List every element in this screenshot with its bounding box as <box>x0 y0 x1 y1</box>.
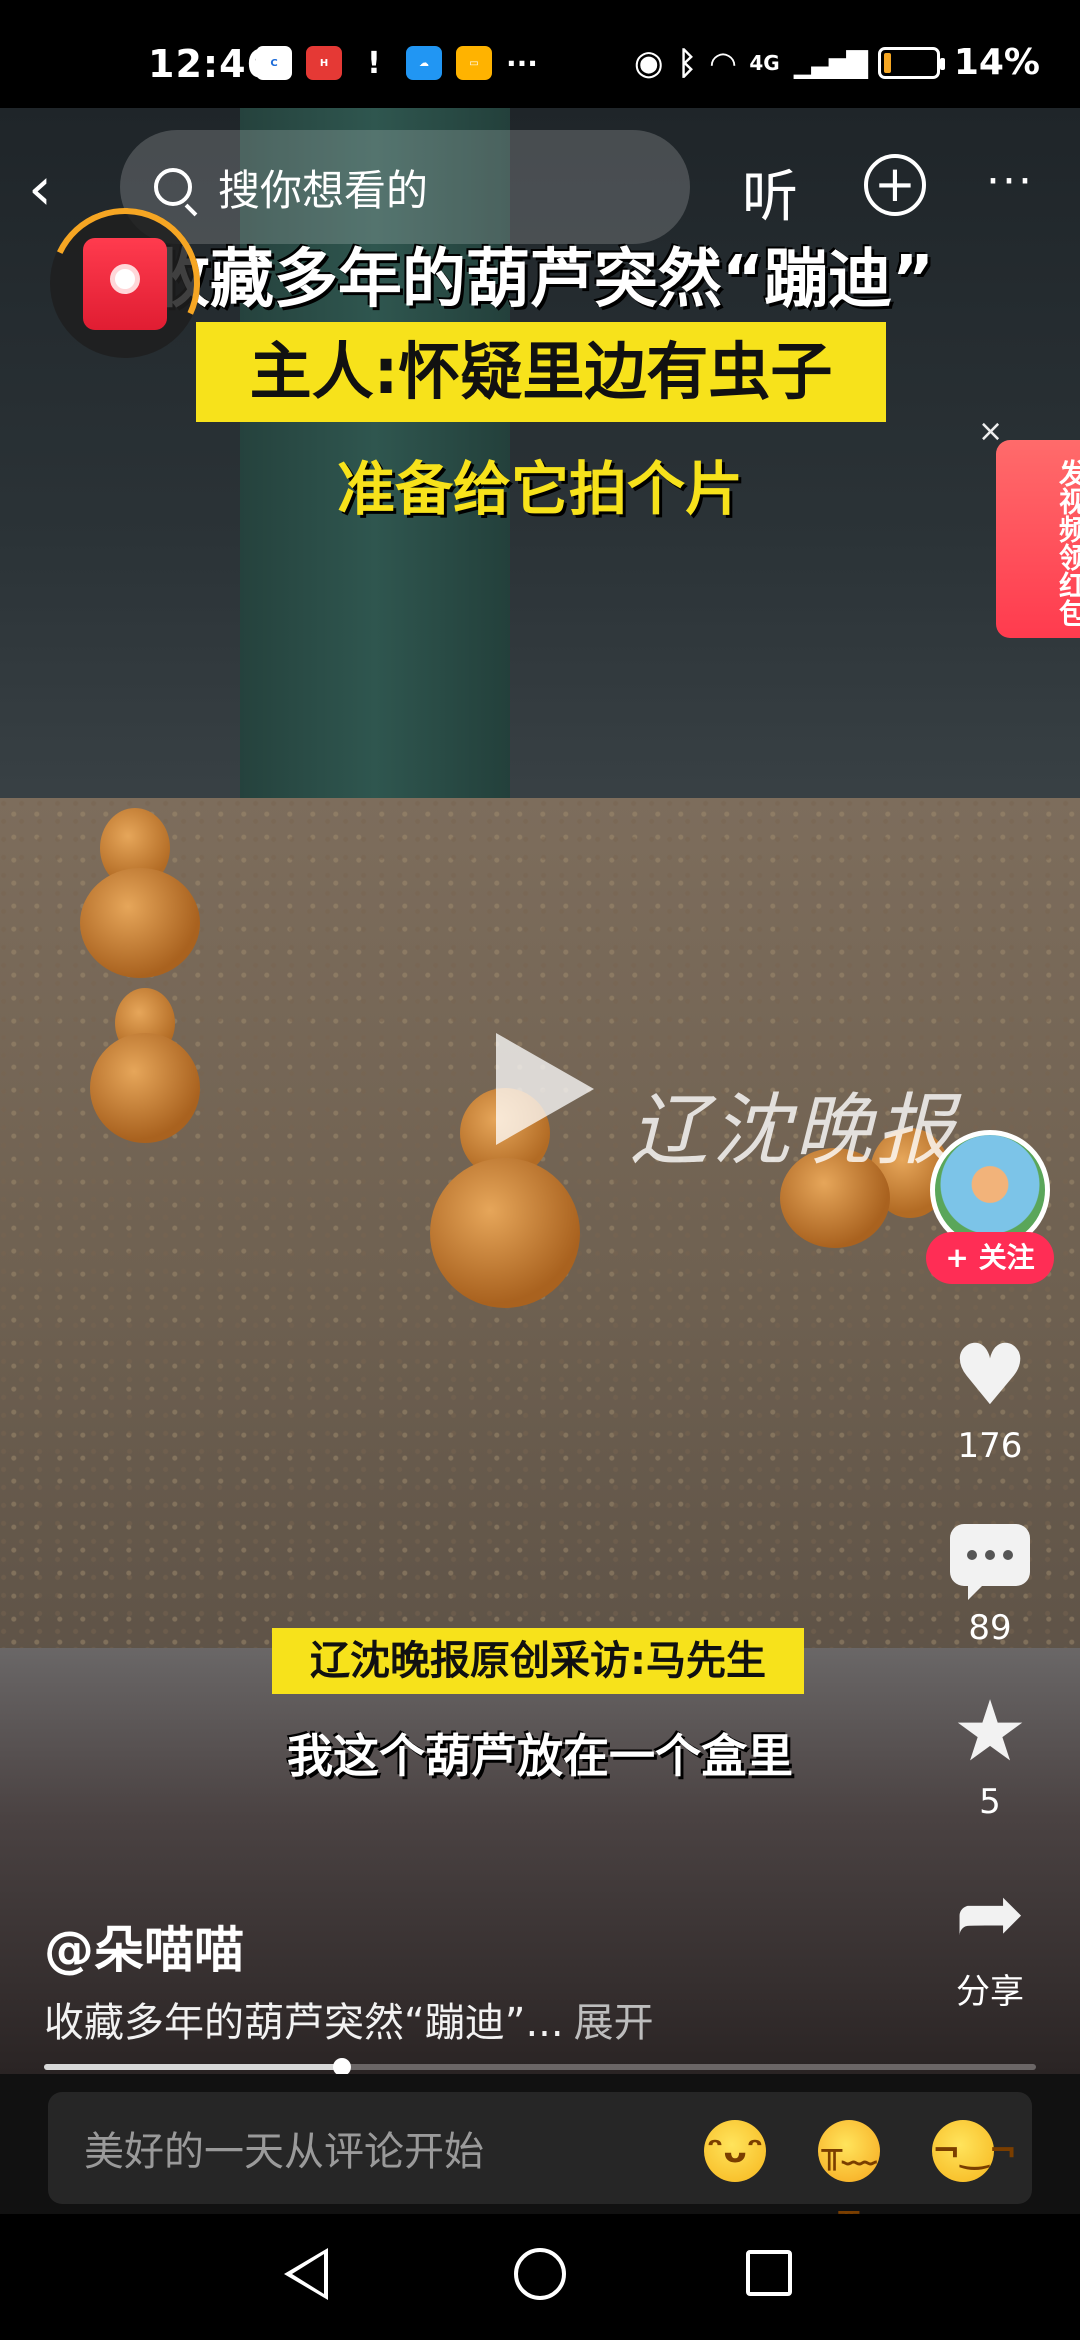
huawei-store-icon: H <box>306 46 342 80</box>
like-count: 176 <box>957 1426 1023 1466</box>
description-text: 收藏多年的葫芦突然“蹦迪”... <box>44 2000 564 2046</box>
comment-count: 89 <box>968 1608 1012 1648</box>
eye-icon: ◉ <box>633 42 664 83</box>
alert-icon: ! <box>367 45 381 81</box>
more-button[interactable]: ··· <box>986 156 1034 207</box>
navigation-bar <box>0 2214 1080 2340</box>
caption-credit: 辽沈晚报原创采访:马先生 <box>272 1628 804 1694</box>
battery-icon <box>877 46 945 79</box>
caption-subtitle: 主人:怀疑里边有虫子 <box>196 322 886 422</box>
smirk-emoji[interactable]: ¬‿¬ <box>932 2120 1017 2182</box>
nav-recent-icon[interactable] <box>746 2250 792 2296</box>
nav-home-icon[interactable] <box>514 2248 566 2300</box>
laughing-emoji[interactable]: ᵔᴗᵔ <box>704 2120 766 2182</box>
network-type: 4G <box>749 50 780 75</box>
search-icon <box>154 168 192 206</box>
share-label: 分享 <box>956 1972 1024 2012</box>
video-description[interactable]: 收藏多年的葫芦突然“蹦迪”... 展开 <box>44 1990 654 2048</box>
search-placeholder: 搜你想看的 <box>218 165 429 215</box>
follow-button[interactable]: + 关注 <box>926 1232 1054 1284</box>
back-button[interactable]: ‹ <box>28 154 88 224</box>
red-packet-button[interactable] <box>28 186 222 380</box>
signal-icon: ▁▃▅▇ <box>793 46 868 79</box>
notes-icon: ▭ <box>456 46 492 80</box>
comment-placeholder: 美好的一天从评论开始 <box>84 2129 484 2175</box>
nav-back-inner <box>292 2254 324 2294</box>
favorite-button[interactable]: ★ 5 <box>930 1686 1050 1822</box>
expand-link[interactable]: 展开 <box>574 2000 654 2046</box>
progress-fill <box>44 2064 342 2070</box>
star-icon: ★ <box>952 1682 1028 1780</box>
caption-speech: 我这个葫芦放在一个盒里 <box>287 1729 793 1783</box>
comment-input[interactable]: 美好的一天从评论开始 <box>48 2092 1032 2204</box>
author-name[interactable]: @朵喵喵 <box>44 1910 244 1982</box>
comment-button[interactable]: 89 <box>930 1512 1050 1648</box>
more-notifications: ··· <box>506 46 538 80</box>
play-icon[interactable] <box>496 1033 594 1145</box>
caption-subtitle-2: 准备给它拍个片 <box>336 455 743 523</box>
bluetooth-icon: ᛒ <box>677 43 697 82</box>
share-button[interactable]: ➦ 分享 <box>930 1868 1050 2013</box>
comment-icon <box>950 1524 1030 1600</box>
like-button[interactable]: ♥ 176 <box>930 1330 1050 1466</box>
status-right: ◉ ᛒ ◠ 4G ▁▃▅▇ 14% <box>634 42 1040 83</box>
heart-icon: ♥ <box>952 1326 1028 1424</box>
add-button[interactable]: + <box>864 154 926 216</box>
battery-level <box>883 52 891 73</box>
notification-icons: C H ! ☁ ▭ ··· <box>256 45 538 81</box>
share-icon: ➦ <box>954 1864 1026 1962</box>
weather-icon: ☁ <box>406 46 442 80</box>
video-watermark: 辽沈晚报 <box>630 1086 959 1176</box>
browser-icon: C <box>256 46 292 80</box>
crying-emoji[interactable]: ╥﹏╥ <box>818 2120 880 2233</box>
status-bar: 12:46 C H ! ☁ ▭ ··· ◉ ᛒ ◠ 4G ▁▃▅▇ 14% <box>0 0 1080 108</box>
video-player[interactable]: 辽沈晚报 收藏多年的葫芦突然“蹦迪” 主人:怀疑里边有虫子 准备给它拍个片 辽沈… <box>0 108 1080 2074</box>
promo-banner[interactable]: 发视频领红包 <box>996 440 1080 638</box>
coin-icon <box>110 264 140 294</box>
listen-button[interactable]: 听 <box>742 152 798 233</box>
battery-percent: 14% <box>953 42 1040 83</box>
wifi-icon: ◠ <box>710 43 736 82</box>
favorite-count: 5 <box>979 1782 1001 1822</box>
progress-bar[interactable] <box>44 2058 1036 2076</box>
search-input[interactable]: 搜你想看的 <box>120 130 690 244</box>
